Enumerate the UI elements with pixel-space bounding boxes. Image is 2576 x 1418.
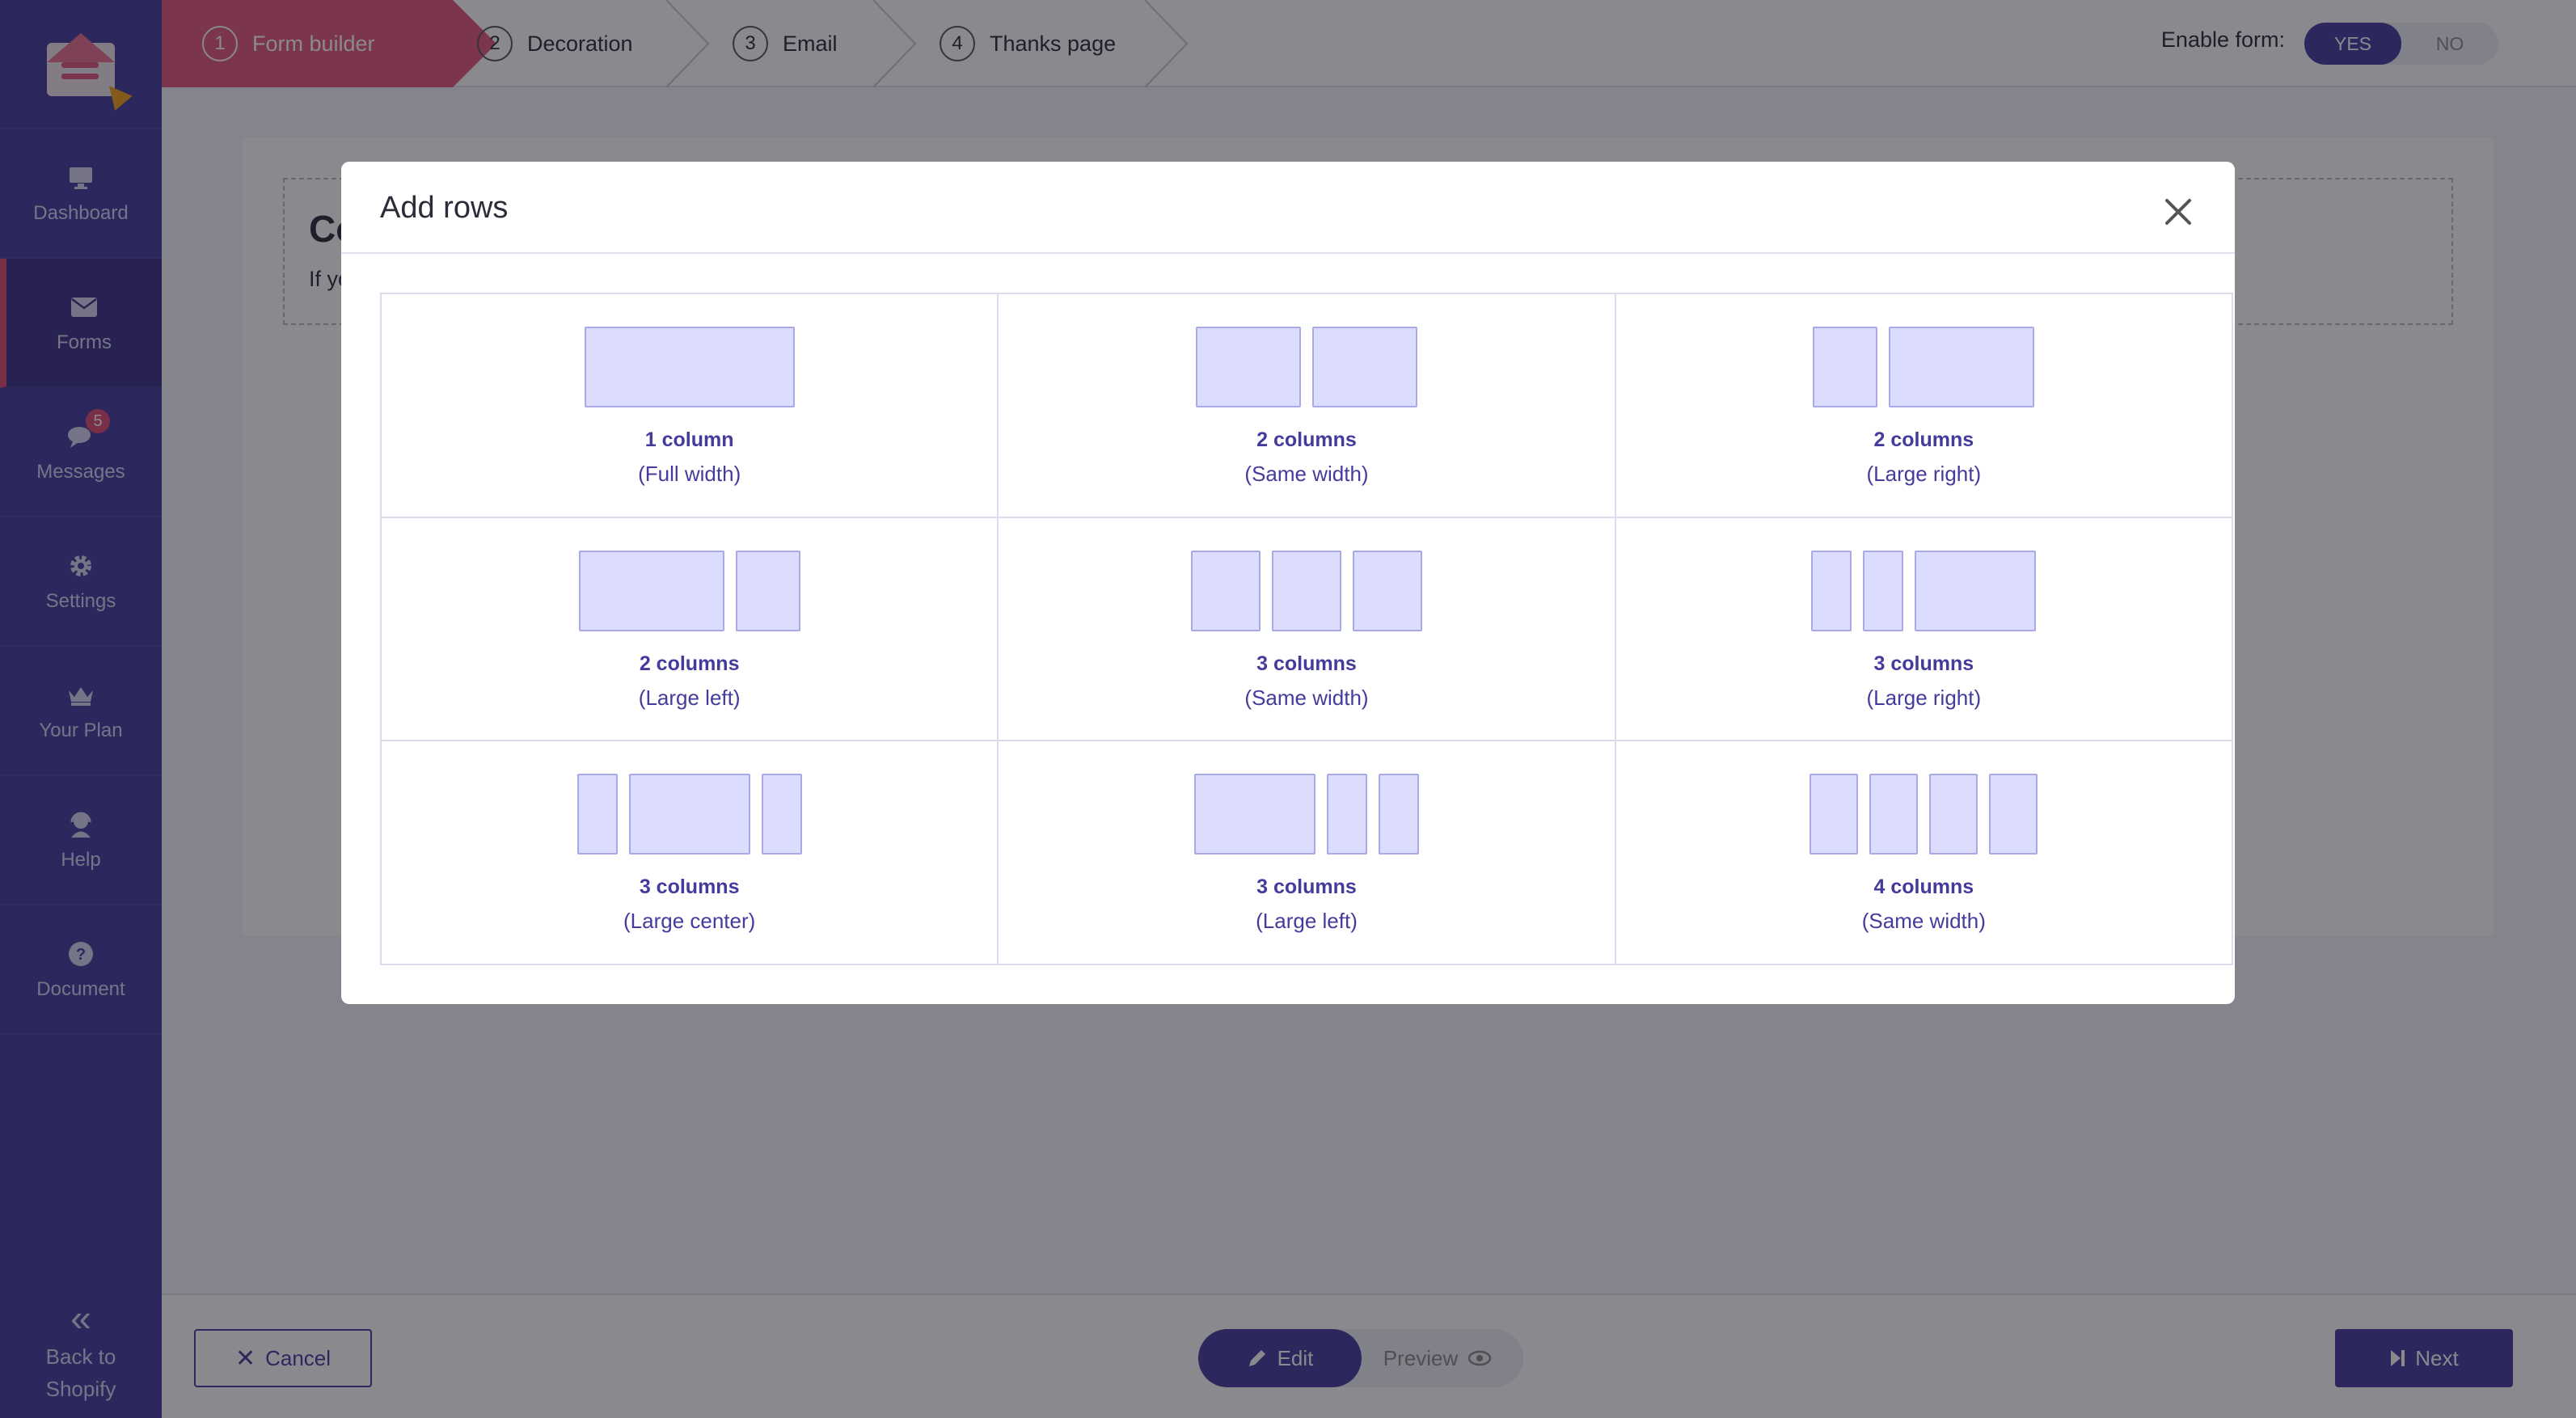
layout-option-title: 3 columns: [1256, 876, 1357, 899]
layout-option-title: 3 columns: [639, 876, 740, 899]
layout-option-subtitle: (Large left): [1256, 909, 1358, 934]
layout-option-2-col-large-left[interactable]: 2 columns (Large left): [382, 517, 999, 742]
close-icon[interactable]: [2162, 196, 2194, 228]
layout-option-title: 3 columns: [1256, 652, 1357, 675]
layout-option-subtitle: (Large right): [1866, 462, 1982, 486]
layout-option-3-col-large-center[interactable]: 3 columns (Large center): [382, 741, 999, 965]
layout-preview: [1810, 774, 2038, 855]
layout-preview: [1193, 774, 1419, 855]
layout-option-subtitle: (Large left): [638, 685, 741, 710]
layout-preview: [1811, 550, 2037, 631]
layout-option-4-col-same[interactable]: 4 columns (Same width): [1615, 741, 2233, 965]
layout-option-title: 2 columns: [639, 652, 740, 675]
layout-option-3-col-large-left[interactable]: 3 columns (Large left): [999, 741, 1616, 965]
layout-option-2-col-large-right[interactable]: 2 columns (Large right): [1615, 294, 2233, 518]
layout-option-subtitle: (Large center): [623, 909, 756, 934]
modal-title: Add rows: [380, 191, 509, 225]
layout-option-title: 4 columns: [1873, 876, 1974, 899]
layout-option-title: 2 columns: [1873, 428, 1974, 451]
layout-preview: [1190, 550, 1422, 631]
modal-header: Add rows: [341, 162, 2235, 254]
layout-option-subtitle: (Same width): [1244, 685, 1369, 710]
layout-option-subtitle: (Same width): [1244, 462, 1369, 486]
layout-option-3-col-same[interactable]: 3 columns (Same width): [999, 517, 1616, 742]
layout-preview: [584, 327, 795, 407]
layout-preview: [576, 774, 802, 855]
layout-option-1-col-full[interactable]: 1 column (Full width): [382, 294, 999, 518]
layout-option-subtitle: (Large right): [1866, 685, 1982, 710]
layout-preview: [1813, 327, 2035, 407]
layout-option-title: 2 columns: [1256, 428, 1357, 451]
add-rows-modal: Add rows 1 column (Full width) 2 columns…: [341, 162, 2235, 1004]
layout-option-subtitle: (Same width): [1861, 909, 1986, 934]
layout-option-2-col-same[interactable]: 2 columns (Same width): [999, 294, 1616, 518]
row-layout-grid: 1 column (Full width) 2 columns (Same wi…: [380, 293, 2233, 965]
layout-preview: [578, 550, 800, 631]
layout-option-title: 3 columns: [1873, 652, 1974, 675]
layout-option-subtitle: (Full width): [638, 462, 741, 486]
layout-option-3-col-large-right[interactable]: 3 columns (Large right): [1615, 517, 2233, 742]
layout-preview: [1195, 327, 1417, 407]
layout-option-title: 1 column: [644, 428, 734, 451]
